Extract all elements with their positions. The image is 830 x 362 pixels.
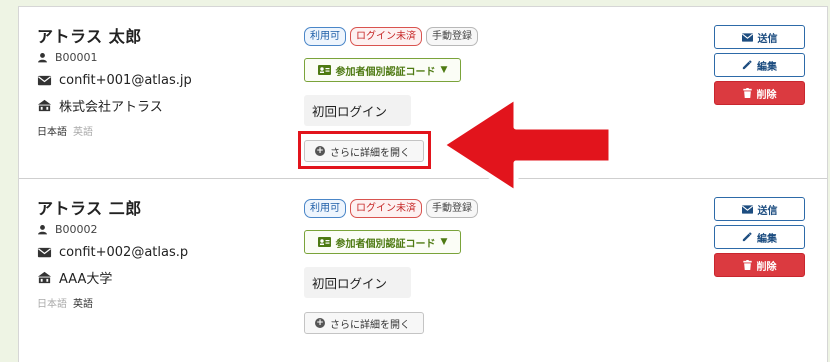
id-card-icon bbox=[317, 65, 331, 75]
pointer-arrow-icon bbox=[439, 94, 614, 196]
user-icon bbox=[38, 53, 47, 63]
participant-id: B00002 bbox=[55, 223, 98, 236]
send-label: 送信 bbox=[757, 205, 778, 217]
envelope-icon bbox=[741, 204, 753, 214]
participant-org: 株式会社アトラス bbox=[59, 100, 163, 115]
envelope-icon bbox=[37, 247, 52, 258]
participant-name: アトラス 二郎 bbox=[37, 199, 142, 218]
plus-circle-icon: + bbox=[315, 318, 325, 328]
participant-email-row: confit+001@atlas.jp bbox=[37, 73, 192, 88]
language-row: 日本語 英語 bbox=[37, 295, 93, 310]
language-en[interactable]: 英語 bbox=[73, 295, 93, 310]
auth-code-dropdown[interactable]: 参加者個別認証コード ▼ bbox=[304, 58, 461, 82]
participant-card: アトラス 二郎 B00002 confit+002@atlas.p AAA大学 … bbox=[19, 179, 827, 362]
delete-label: 削除 bbox=[756, 261, 777, 273]
language-ja[interactable]: 日本語 bbox=[37, 123, 67, 138]
participant-email-row: confit+002@atlas.p bbox=[37, 245, 188, 260]
participant-org-row: 株式会社アトラス bbox=[37, 96, 163, 115]
building-icon bbox=[37, 271, 52, 284]
caret-down-icon: ▼ bbox=[440, 237, 448, 247]
language-ja[interactable]: 日本語 bbox=[37, 295, 67, 310]
participant-id-row: B00001 bbox=[37, 51, 98, 64]
participant-email: confit+001@atlas.jp bbox=[59, 73, 192, 88]
caret-down-icon: ▼ bbox=[440, 65, 448, 75]
status-badge-not-logged-in: ログイン未済 bbox=[350, 199, 422, 218]
status-badge-not-logged-in: ログイン未済 bbox=[350, 27, 422, 46]
edit-label: 編集 bbox=[757, 233, 777, 245]
participant-card: アトラス 太郎 B00001 confit+001@atlas.jp 株式会社ア… bbox=[19, 7, 827, 179]
auth-code-label: 参加者個別認証コード bbox=[335, 66, 436, 78]
user-icon bbox=[38, 225, 47, 235]
trash-icon bbox=[742, 88, 752, 98]
status-badge-manual: 手動登録 bbox=[426, 27, 478, 46]
status-badges: 利用可 ログイン未済 手動登録 bbox=[304, 199, 478, 218]
participant-org-row: AAA大学 bbox=[37, 268, 112, 287]
auth-code-label: 参加者個別認証コード bbox=[335, 238, 436, 250]
participant-email: confit+002@atlas.p bbox=[59, 245, 189, 260]
envelope-icon bbox=[37, 75, 52, 86]
edit-button[interactable]: 編集 bbox=[714, 53, 805, 77]
edit-label: 編集 bbox=[757, 61, 777, 73]
action-buttons: 送信 編集 削除 bbox=[714, 197, 805, 281]
first-login-box: 初回ログイン bbox=[304, 267, 411, 298]
first-login-label: 初回ログイン bbox=[312, 276, 388, 291]
first-login-box: 初回ログイン bbox=[304, 95, 411, 126]
highlight-box bbox=[298, 131, 431, 169]
status-badges: 利用可 ログイン未済 手動登録 bbox=[304, 27, 478, 46]
pencil-icon bbox=[742, 232, 752, 242]
envelope-icon bbox=[741, 32, 753, 42]
participant-list: アトラス 太郎 B00001 confit+001@atlas.jp 株式会社ア… bbox=[18, 6, 828, 362]
language-en[interactable]: 英語 bbox=[73, 123, 93, 138]
edit-button[interactable]: 編集 bbox=[714, 225, 805, 249]
send-label: 送信 bbox=[757, 33, 778, 45]
first-login-label: 初回ログイン bbox=[312, 104, 388, 119]
participant-id: B00001 bbox=[55, 51, 98, 64]
participant-org: AAA大学 bbox=[59, 272, 113, 287]
pencil-icon bbox=[742, 60, 752, 70]
delete-label: 削除 bbox=[756, 89, 777, 101]
language-row: 日本語 英語 bbox=[37, 123, 93, 138]
status-badge-manual: 手動登録 bbox=[426, 199, 478, 218]
status-badge-available: 利用可 bbox=[304, 199, 346, 218]
participant-name: アトラス 太郎 bbox=[37, 27, 142, 46]
details-label: さらに詳細を開く bbox=[330, 319, 410, 331]
building-icon bbox=[37, 99, 52, 112]
delete-button[interactable]: 削除 bbox=[714, 253, 805, 277]
status-badge-available: 利用可 bbox=[304, 27, 346, 46]
send-button[interactable]: 送信 bbox=[714, 25, 805, 49]
send-button[interactable]: 送信 bbox=[714, 197, 805, 221]
delete-button[interactable]: 削除 bbox=[714, 81, 805, 105]
details-button[interactable]: + さらに詳細を開く bbox=[304, 312, 424, 334]
action-buttons: 送信 編集 削除 bbox=[714, 25, 805, 109]
participant-id-row: B00002 bbox=[37, 223, 98, 236]
id-card-icon bbox=[317, 237, 331, 247]
auth-code-dropdown[interactable]: 参加者個別認証コード ▼ bbox=[304, 230, 461, 254]
trash-icon bbox=[742, 260, 752, 270]
